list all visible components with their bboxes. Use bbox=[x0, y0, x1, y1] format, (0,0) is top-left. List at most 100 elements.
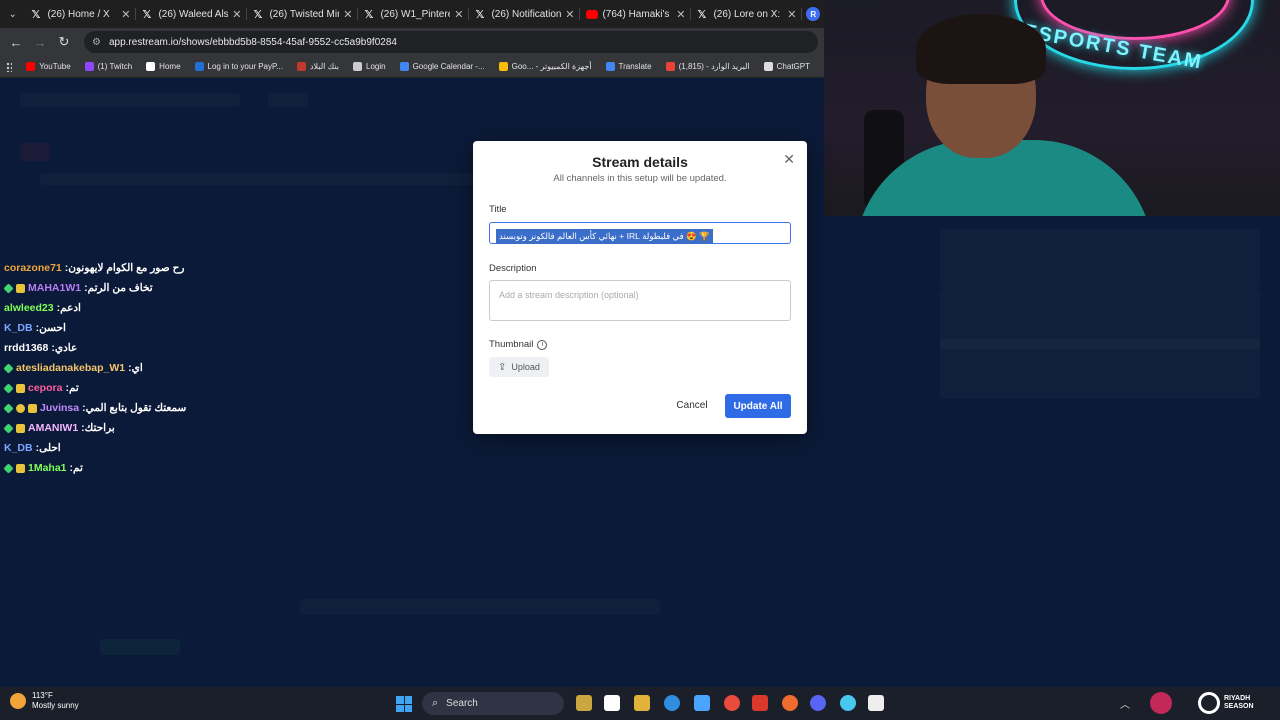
close-icon[interactable]: ✕ bbox=[783, 151, 795, 168]
chat-message: MAHA1W1: تخاف من الرتم bbox=[3, 278, 264, 298]
bookmark-item[interactable]: ChatGPT bbox=[763, 62, 810, 71]
stream-details-modal: ✕ Stream details All channels in this se… bbox=[473, 141, 807, 434]
tab-title: (26) Waleed Alsha bbox=[158, 8, 229, 20]
tab-restream-active[interactable]: R bbox=[802, 0, 824, 28]
chat-badge-diamond-icon bbox=[3, 402, 14, 414]
bookmark-item[interactable]: البريد الوارد - (1,815) bbox=[665, 62, 750, 71]
bookmark-item[interactable]: Login bbox=[353, 62, 386, 71]
chrome-icon[interactable] bbox=[724, 695, 740, 711]
forward-button[interactable]: → bbox=[28, 30, 52, 54]
app-icon-red[interactable] bbox=[752, 695, 768, 711]
bookmark-item[interactable]: YouTube bbox=[26, 62, 71, 71]
bookmark-item[interactable]: Home bbox=[146, 62, 181, 71]
browser-tab-bar: ⌄ 𝕏(26) Home / X✕𝕏(26) Waleed Alsha✕𝕏(26… bbox=[0, 0, 824, 28]
app-icon-orange[interactable] bbox=[782, 695, 798, 711]
browser-tab[interactable]: 𝕏 (26) Home / X ✕ bbox=[25, 0, 137, 28]
bookmark-item[interactable]: Goo... - أجهزة الكمبيوتر bbox=[498, 62, 592, 71]
modal-subtitle: All channels in this setup will be updat… bbox=[553, 173, 727, 184]
youtube-icon bbox=[586, 9, 599, 19]
browser-tab[interactable]: 𝕏 (26) Lore on X: "g ✕ bbox=[691, 0, 803, 28]
chat-message-text: احسن bbox=[39, 322, 66, 334]
tab-close-icon[interactable]: ✕ bbox=[232, 8, 241, 21]
chat-badge-num-icon bbox=[16, 403, 25, 413]
chat-message: 1Maha1: تم bbox=[3, 458, 264, 478]
description-label: Description bbox=[489, 263, 537, 274]
restream-logo-icon: R bbox=[806, 7, 821, 21]
widgets-app-icon[interactable] bbox=[576, 695, 592, 711]
chat-username: cepora bbox=[28, 382, 63, 394]
tab-close-icon[interactable]: ✕ bbox=[565, 8, 574, 21]
edge-browser-icon[interactable] bbox=[664, 695, 680, 711]
tab-search-chevron-icon[interactable]: ⌄ bbox=[0, 0, 25, 28]
browser-tab[interactable]: 𝕏 (26) Waleed Alsha✕ bbox=[136, 0, 248, 28]
browser-toolbar: ← → ↻ ⚙ app.restream.io/shows/ebbbd5b8-8… bbox=[0, 28, 824, 56]
browser-tab[interactable]: 𝕏 (26) Notifications ✕ bbox=[469, 0, 581, 28]
windows-start-icon[interactable] bbox=[396, 696, 412, 712]
back-button[interactable]: ← bbox=[4, 30, 28, 54]
bookmark-favicon-icon bbox=[353, 62, 362, 71]
x-logo-icon: 𝕏 bbox=[475, 7, 485, 21]
modal-title: Stream details bbox=[592, 154, 688, 170]
title-label: Title bbox=[489, 204, 507, 215]
tray-app-icon[interactable] bbox=[1150, 692, 1172, 714]
taskbar-search[interactable]: ⌕ Search bbox=[422, 692, 564, 715]
search-icon: ⌕ bbox=[432, 697, 439, 709]
x-logo-icon: 𝕏 bbox=[697, 7, 707, 21]
browser-tab[interactable]: 𝕏 (26) Twisted Minc ✕ bbox=[247, 0, 359, 28]
riyadh-season-mark-icon bbox=[1198, 692, 1220, 714]
chat-message: alwleed23: ادعم bbox=[4, 298, 264, 318]
chat-username: Juvinsa bbox=[40, 402, 80, 414]
chat-username: rrdd1368 bbox=[4, 342, 49, 354]
chat-badge-sub-icon bbox=[16, 283, 25, 293]
upload-button[interactable]: ⇪ Upload bbox=[489, 357, 549, 377]
chat-message-text: تم bbox=[73, 462, 83, 474]
store-icon[interactable] bbox=[694, 695, 710, 711]
chat-badge-sub-icon bbox=[16, 423, 25, 433]
browser-tab[interactable]: (764) Hamaki's m ✕ bbox=[580, 0, 692, 28]
tab-close-icon[interactable]: ✕ bbox=[454, 8, 463, 21]
chat-badge-diamond-icon bbox=[3, 282, 14, 294]
bookmark-favicon-icon bbox=[605, 62, 615, 71]
site-info-icon[interactable]: ⚙ bbox=[92, 37, 101, 48]
address-bar[interactable]: ⚙ app.restream.io/shows/ebbbd5b8-8554-45… bbox=[84, 31, 818, 53]
bookmark-favicon-icon bbox=[296, 62, 306, 71]
chat-badge-diamond-icon bbox=[3, 382, 14, 394]
x-logo-icon: 𝕏 bbox=[364, 7, 374, 21]
chat-message: rrdd1368: عادي bbox=[4, 338, 264, 358]
bookmark-item[interactable]: (1) Twitch bbox=[84, 62, 133, 71]
weather-widget[interactable]: 113°F Mostly sunny bbox=[10, 691, 79, 711]
task-view-icon[interactable] bbox=[604, 695, 620, 711]
chat-username: alwleed23 bbox=[4, 302, 54, 314]
bookmark-item[interactable]: Log in to your PayP... bbox=[194, 62, 283, 71]
browser-tab[interactable]: 𝕏 (26) W1_Pinterest ✕ bbox=[358, 0, 470, 28]
thumbnail-label-text: Thumbnail bbox=[489, 339, 534, 350]
tab-close-icon[interactable]: ✕ bbox=[121, 8, 130, 21]
apps-grid-icon[interactable] bbox=[6, 61, 13, 72]
update-all-button[interactable]: Update All bbox=[725, 394, 791, 418]
chat-badge-sub-icon bbox=[28, 403, 37, 413]
cancel-button[interactable]: Cancel bbox=[673, 394, 711, 416]
chat-badge-diamond-icon bbox=[3, 462, 14, 474]
tab-close-icon[interactable]: ✕ bbox=[676, 8, 685, 21]
info-icon[interactable]: i bbox=[537, 339, 548, 350]
description-textarea[interactable]: Add a stream description (optional) bbox=[489, 280, 791, 321]
bookmark-label: (1) Twitch bbox=[97, 62, 133, 71]
app-icon-white[interactable] bbox=[868, 695, 884, 711]
discord-icon[interactable] bbox=[810, 695, 826, 711]
chat-message-text: احلى bbox=[39, 442, 61, 454]
chat-message: K_DB: احلى bbox=[4, 438, 264, 458]
chevron-up-icon[interactable]: ︿ bbox=[1120, 696, 1130, 711]
bookmark-item[interactable]: Google Calendar -... bbox=[399, 62, 485, 71]
bookmark-item[interactable]: بنك البلاد bbox=[296, 62, 339, 71]
tab-close-icon[interactable]: ✕ bbox=[787, 8, 796, 21]
file-explorer-icon[interactable] bbox=[634, 695, 650, 711]
chat-message: Juvinsa: سمعتك تقول بتابع المي bbox=[3, 398, 264, 418]
title-input[interactable]: 🏆 😍 في فلبطولة IRL + نهائي كأس العالم فا… bbox=[489, 222, 791, 244]
reload-button[interactable]: ↻ bbox=[52, 30, 76, 54]
tab-close-icon[interactable]: ✕ bbox=[343, 8, 352, 21]
bookmark-item[interactable]: Translate bbox=[605, 62, 652, 71]
url-text: app.restream.io/shows/ebbbd5b8-8554-45af… bbox=[108, 36, 397, 48]
chat-message-text: ادعم bbox=[60, 302, 81, 314]
windows-taskbar: 113°F Mostly sunny ⌕ Search ︿ RIYADH SEA… bbox=[0, 687, 1280, 720]
chrome-profile-icon[interactable] bbox=[840, 695, 856, 711]
